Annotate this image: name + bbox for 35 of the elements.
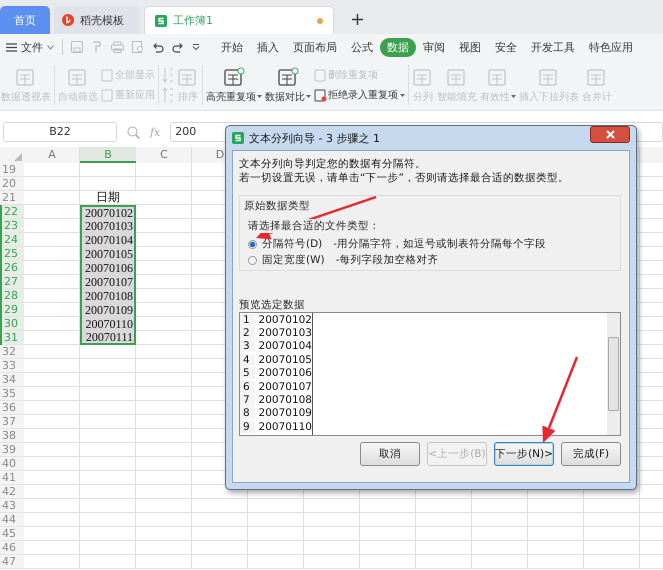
preview-row-number: 8 [240, 407, 255, 420]
instruction-text: 文本分列向导判定您的数据有分隔符。 [239, 157, 427, 171]
table-cell: 20070108 [80, 289, 136, 303]
table-cell: 20070111 [80, 331, 136, 345]
preview-value: 20070110 [258, 420, 312, 433]
table-cell: 20070105 [80, 247, 136, 261]
table-cell: 20070103 [80, 219, 136, 233]
preview-row-number: 6 [240, 380, 255, 393]
dialog-title: 文本分列向导 - 3 步骤之 1 [249, 130, 380, 146]
preview-label: 预览选定数据 [239, 298, 305, 312]
preview-value: 20070107 [258, 380, 312, 393]
preview-row-number: 2 [240, 327, 255, 340]
instruction-text: 若一切设置无误，请单击“下一步”，否则请选择最合适的数据类型。 [239, 171, 570, 185]
preview-value: 20070103 [258, 327, 312, 340]
preview-value: 20070109 [258, 407, 312, 420]
preview-value: 20070102 [258, 314, 312, 326]
option-description: -每列字段加空格对齐 [336, 253, 438, 267]
preview-row-number: 9 [240, 420, 255, 433]
preview-row-number: 5 [240, 367, 255, 380]
table-cell: 20070106 [80, 261, 136, 275]
preview-row-number: 1 [240, 314, 255, 326]
preview-value: 20070106 [258, 367, 312, 380]
group-title: 原始数据类型 [244, 199, 310, 213]
table-cell: 20070102 [80, 205, 136, 219]
preview-row-number: 7 [240, 394, 255, 406]
preview-value: 20070108 [258, 394, 312, 406]
option-description: -用分隔字符，如逗号或制表符分隔每个字段 [333, 237, 546, 251]
preview-row-number: 3 [240, 340, 255, 352]
table-cell: 20070109 [80, 303, 136, 317]
table-cell: 20070110 [80, 317, 136, 331]
table-cell: 20070104 [80, 233, 136, 247]
table-cell: 20070107 [80, 275, 136, 289]
preview-value: 20070104 [258, 340, 312, 352]
preview-value: 20070105 [258, 354, 312, 366]
preview-row-number: 4 [240, 354, 255, 366]
